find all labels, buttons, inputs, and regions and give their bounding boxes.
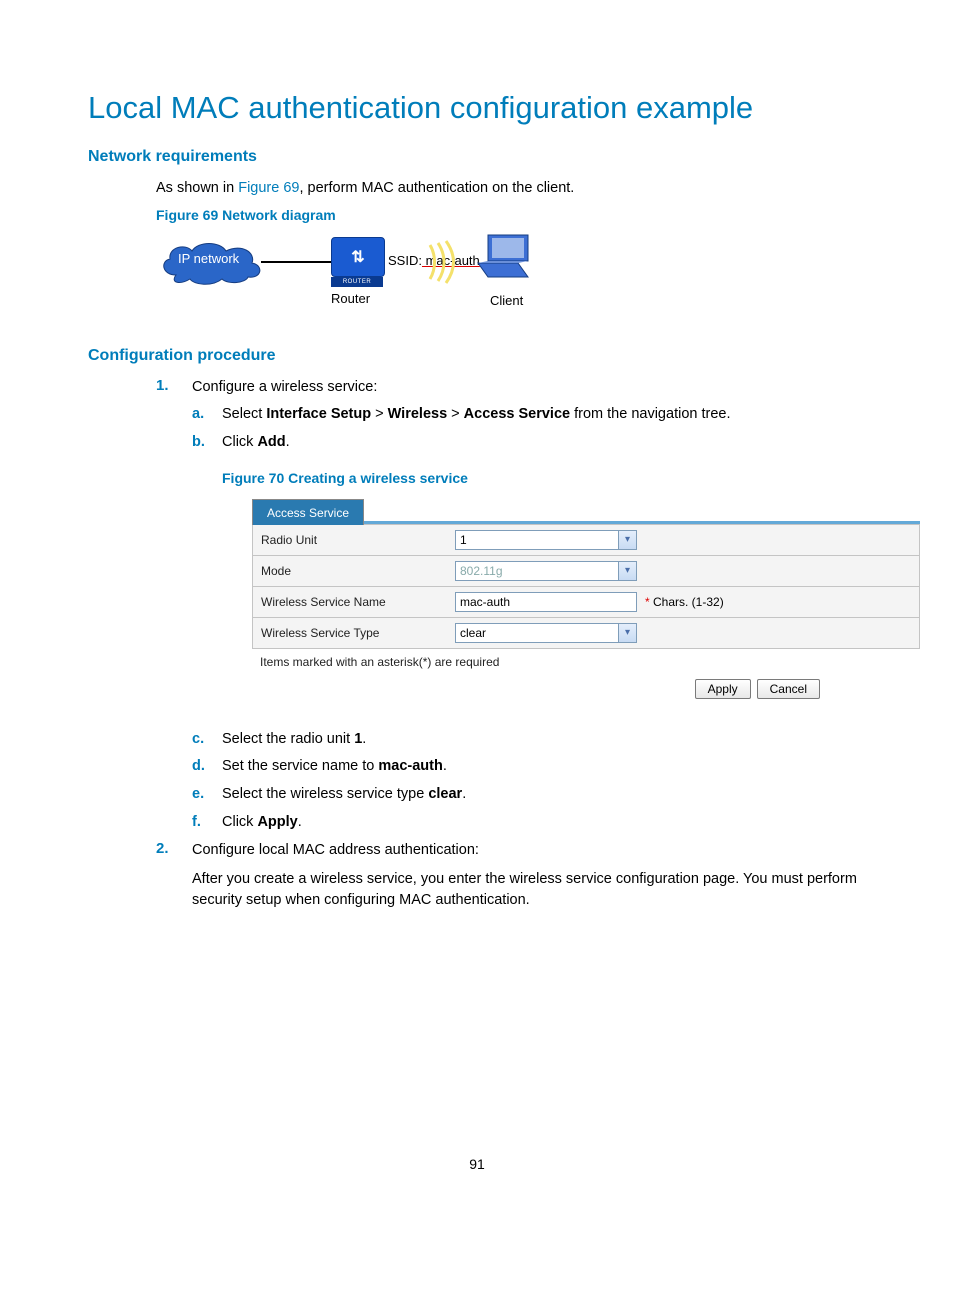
router-arrows-icon: ⇅ — [351, 247, 364, 267]
section-network-requirements: Network requirements — [88, 148, 866, 166]
label-radio-unit: Radio Unit — [253, 531, 455, 549]
tab-access-service[interactable]: Access Service — [252, 499, 364, 525]
step-1-text: Configure a wireless service: — [192, 379, 377, 395]
required-note: Items marked with an asterisk(*) are req… — [252, 649, 920, 671]
figure-70-ui: Access Service Radio Unit 1 ▾ Mode — [252, 499, 920, 699]
step-1c: c. Select the radio unit 1. — [192, 729, 866, 751]
laptop-icon — [474, 233, 534, 279]
step-2-text: Configure local MAC address authenticati… — [192, 842, 479, 858]
figure-70-caption: Figure 70 Creating a wireless service — [222, 468, 866, 489]
step-1d: d. Set the service name to mac-auth. — [192, 756, 866, 778]
step-1b: b. Click Add. Figure 70 Creating a wirel… — [192, 432, 866, 699]
intro-suffix: , perform MAC authentication on the clie… — [299, 180, 574, 196]
step-1f: f. Click Apply. — [192, 812, 866, 834]
client-label: Client — [490, 293, 523, 308]
step-2-number: 2. — [156, 840, 169, 857]
chevron-down-icon[interactable]: ▾ — [618, 531, 636, 549]
intro-paragraph: As shown in Figure 69, perform MAC authe… — [156, 178, 866, 199]
router-band-label: ROUTER — [331, 277, 383, 287]
dropdown-radio-unit[interactable]: 1 ▾ — [455, 530, 637, 550]
section-configuration-procedure: Configuration procedure — [88, 347, 866, 365]
dropdown-service-type[interactable]: clear ▾ — [455, 623, 637, 643]
row-service-type: Wireless Service Type clear ▾ — [252, 618, 920, 649]
wireless-waves-icon — [424, 239, 470, 285]
label-service-name: Wireless Service Name — [253, 593, 455, 611]
row-mode: Mode 802.11g ▾ — [252, 556, 920, 587]
intro-prefix: As shown in — [156, 180, 238, 196]
chevron-down-icon[interactable]: ▾ — [618, 562, 636, 580]
apply-button[interactable]: Apply — [695, 679, 751, 699]
figure-69-link[interactable]: Figure 69 — [238, 180, 299, 196]
step-1c-letter: c. — [192, 729, 204, 751]
router-label: Router — [331, 291, 370, 306]
hint-service-name: * Chars. (1-32) — [645, 593, 724, 611]
step-1e: e. Select the wireless service type clea… — [192, 784, 866, 806]
page-title: Local MAC authentication configuration e… — [88, 90, 866, 126]
step-1e-letter: e. — [192, 784, 204, 806]
router-icon: ⇅ ROUTER — [331, 237, 383, 285]
figure-69-caption: Figure 69 Network diagram — [156, 207, 866, 223]
cancel-button[interactable]: Cancel — [757, 679, 820, 699]
input-service-name[interactable]: mac-auth — [455, 592, 637, 612]
dropdown-mode[interactable]: 802.11g ▾ — [455, 561, 637, 581]
label-mode: Mode — [253, 562, 455, 580]
page-number: 91 — [0, 1156, 954, 1172]
step-1f-letter: f. — [192, 812, 201, 834]
step-1a: a. Select Interface Setup > Wireless > A… — [192, 404, 866, 426]
network-diagram: IP network ⇅ ROUTER Router SSID: mac-aut… — [156, 233, 556, 323]
step-1-number: 1. — [156, 377, 169, 394]
step-2: 2. Configure local MAC address authentic… — [156, 840, 866, 911]
step-2-paragraph: After you create a wireless service, you… — [192, 869, 866, 911]
chevron-down-icon[interactable]: ▾ — [618, 624, 636, 642]
step-1b-letter: b. — [192, 432, 205, 454]
step-1d-letter: d. — [192, 756, 205, 778]
label-service-type: Wireless Service Type — [253, 624, 455, 642]
row-service-name: Wireless Service Name mac-auth * Chars. … — [252, 587, 920, 618]
step-1: 1. Configure a wireless service: a. Sele… — [156, 377, 866, 834]
ip-network-label: IP network — [178, 251, 239, 266]
row-radio-unit: Radio Unit 1 ▾ — [252, 524, 920, 556]
step-1a-letter: a. — [192, 404, 204, 426]
connection-line — [261, 261, 333, 263]
